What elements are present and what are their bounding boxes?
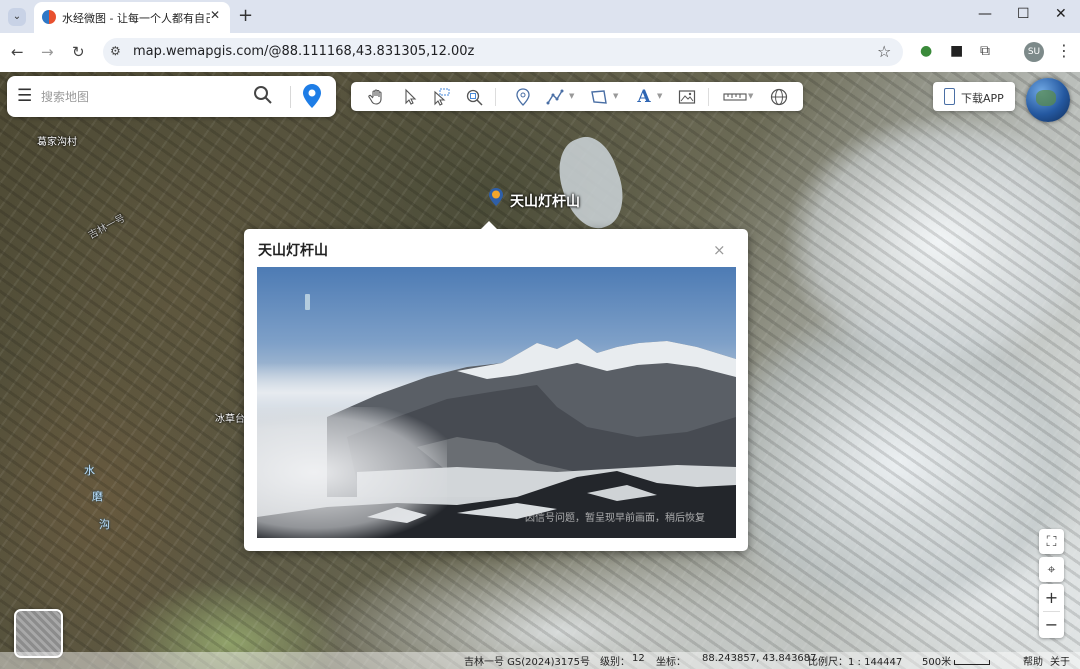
peak-label[interactable]: 天山灯杆山 bbox=[510, 191, 580, 211]
zoom-out-button[interactable]: − bbox=[1039, 611, 1064, 638]
extensions-puzzle-icon[interactable]: ⧉ bbox=[980, 43, 990, 59]
help-link[interactable]: 帮助 bbox=[1023, 653, 1043, 668]
toolbar-divider bbox=[708, 88, 709, 106]
extension-globe-icon[interactable]: ● bbox=[920, 43, 932, 59]
polyline-dropdown-icon[interactable]: ▼ bbox=[569, 92, 574, 100]
polyline-icon[interactable] bbox=[544, 87, 566, 107]
water-label-3: 沟 bbox=[99, 518, 110, 531]
toolbar-divider bbox=[495, 88, 496, 106]
browser-tab[interactable]: 水经微图 - 让每一个人都有自己 ✕ bbox=[34, 2, 230, 33]
reload-icon[interactable]: ↻ bbox=[72, 43, 85, 61]
search-panel: ☰ bbox=[7, 76, 336, 117]
globe-switch-icon[interactable] bbox=[1026, 78, 1070, 122]
polygon-dropdown-icon[interactable]: ▼ bbox=[613, 92, 618, 100]
extension-app-icon[interactable]: ■ bbox=[950, 43, 963, 59]
about-link[interactable]: 关于 bbox=[1050, 653, 1070, 668]
profile-avatar[interactable]: SU bbox=[1024, 42, 1044, 62]
coordinate-label: 坐标： bbox=[656, 657, 686, 668]
tab-bar: ⌄ 水经微图 - 让每一个人都有自己 ✕ + — ☐ ✕ bbox=[0, 0, 1080, 33]
zoom-control: + − bbox=[1039, 584, 1064, 638]
scale-bar bbox=[954, 660, 990, 665]
scale-distance: 500米 bbox=[922, 657, 952, 668]
coordinate-value: 88.243857, 43.843687 bbox=[702, 653, 817, 664]
close-window-icon[interactable]: ✕ bbox=[1055, 6, 1067, 22]
browser-menu-icon[interactable]: ⋮ bbox=[1056, 41, 1072, 60]
bookmark-star-icon[interactable]: ☆ bbox=[877, 42, 891, 61]
place-label-village[interactable]: 葛家沟村 bbox=[37, 133, 77, 148]
browser-chrome: ⌄ 水经微图 - 让每一个人都有自己 ✕ + — ☐ ✕ ← → ↻ ⚙ map… bbox=[0, 0, 1080, 72]
site-favicon-icon bbox=[42, 10, 56, 24]
zoom-level-label: 级别： bbox=[600, 657, 630, 668]
tab-title: 水经微图 - 让每一个人都有自己 bbox=[62, 12, 210, 25]
menu-icon[interactable]: ☰ bbox=[17, 88, 32, 105]
download-app-button[interactable]: 下载APP bbox=[933, 82, 1015, 111]
zoom-area-icon[interactable] bbox=[463, 87, 485, 107]
live-camera-photo[interactable]: 因信号问题，暂呈现早前画面，稍后恢复 bbox=[257, 267, 736, 538]
zoom-level-value: 12 bbox=[632, 653, 645, 664]
omnibox[interactable]: ⚙ map.wemapgis.com/@88.111168,43.831305,… bbox=[103, 38, 903, 66]
location-pin-icon[interactable] bbox=[303, 84, 321, 108]
pan-hand-icon[interactable] bbox=[366, 87, 388, 107]
measure-dropdown-icon[interactable]: ▼ bbox=[748, 92, 753, 100]
drawing-toolbar: ▼ ▼ A ▼ ▼ bbox=[351, 82, 803, 111]
url-text[interactable]: map.wemapgis.com/@88.111168,43.831305,12… bbox=[133, 44, 474, 59]
site-info-icon[interactable]: ⚙ bbox=[110, 44, 121, 58]
image-icon[interactable] bbox=[676, 87, 698, 107]
popup-title: 天山灯杆山 bbox=[258, 243, 328, 259]
text-dropdown-icon[interactable]: ▼ bbox=[657, 92, 662, 100]
ruler-icon[interactable] bbox=[722, 87, 748, 107]
box-select-icon[interactable] bbox=[430, 87, 452, 107]
pointer-icon[interactable] bbox=[399, 87, 421, 107]
popup-close-icon[interactable]: × bbox=[713, 241, 726, 259]
tab-search-button[interactable]: ⌄ bbox=[8, 8, 26, 26]
download-app-label: 下载APP bbox=[961, 92, 1004, 105]
basemap-layer-button[interactable] bbox=[14, 609, 63, 658]
place-popup: 天山灯杆山 × 因信号问题，暂呈现早前画面，稍后恢复 bbox=[244, 221, 748, 551]
polygon-icon[interactable] bbox=[588, 87, 610, 107]
marker-icon[interactable] bbox=[512, 87, 534, 107]
maximize-icon[interactable]: ☐ bbox=[1017, 6, 1030, 22]
search-input[interactable] bbox=[39, 86, 253, 108]
forward-icon[interactable]: → bbox=[41, 43, 54, 61]
fullscreen-icon[interactable]: ⛶ bbox=[1039, 529, 1064, 554]
minimize-icon[interactable]: — bbox=[978, 6, 992, 22]
address-bar-row: ← → ↻ ⚙ map.wemapgis.com/@88.111168,43.8… bbox=[0, 33, 1080, 72]
status-bar: 吉林一号 GS(2024)3175号 级别： 12 坐标： 88.243857,… bbox=[0, 652, 1080, 669]
tab-close-icon[interactable]: ✕ bbox=[210, 8, 220, 22]
globe-view-icon[interactable] bbox=[768, 87, 790, 107]
search-icon[interactable] bbox=[253, 85, 273, 105]
locate-icon[interactable]: ⌖ bbox=[1039, 557, 1064, 582]
phone-icon bbox=[944, 88, 955, 105]
place-label-ice[interactable]: 冰草台 bbox=[215, 410, 245, 425]
new-tab-icon[interactable]: + bbox=[238, 5, 253, 26]
fog-layer bbox=[257, 407, 447, 538]
text-tool-icon[interactable]: A bbox=[633, 87, 655, 107]
photo-notice: 因信号问题，暂呈现早前画面，稍后恢复 bbox=[525, 513, 705, 524]
back-icon[interactable]: ← bbox=[11, 43, 24, 61]
scale-ratio: 比例尺：1 : 144447 bbox=[808, 657, 903, 668]
camera-badge bbox=[305, 294, 310, 310]
copyright-text: 吉林一号 GS(2024)3175号 bbox=[464, 657, 590, 668]
water-label-2: 磨 bbox=[92, 490, 103, 503]
search-divider bbox=[290, 86, 291, 108]
water-label-1: 水 bbox=[84, 464, 95, 477]
peak-marker-icon[interactable] bbox=[489, 188, 503, 206]
zoom-in-button[interactable]: + bbox=[1039, 584, 1064, 611]
